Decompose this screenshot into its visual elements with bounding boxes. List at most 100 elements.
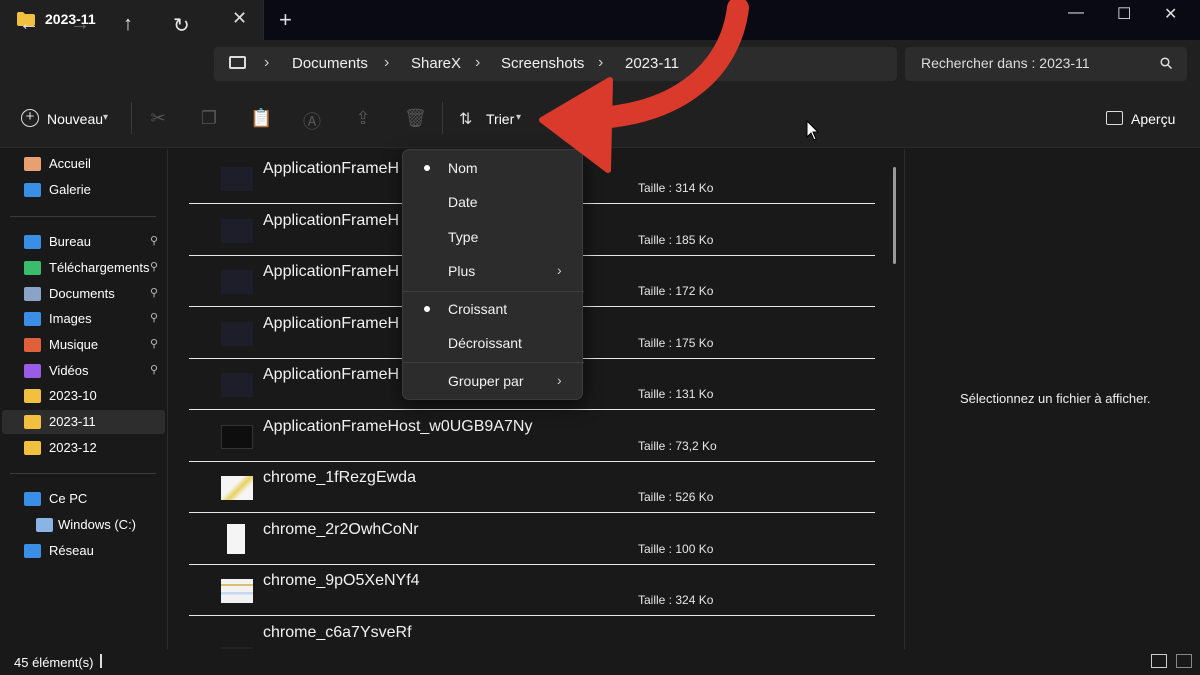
copy-icon[interactable]: ❐ — [199, 108, 219, 129]
gallery-icon — [24, 183, 41, 197]
refresh-button[interactable]: ↻ — [173, 13, 190, 38]
preview-pane-icon[interactable] — [1106, 111, 1123, 125]
pin-icon[interactable]: ⚲ — [150, 260, 158, 273]
videos-icon — [24, 364, 41, 378]
paste-icon[interactable]: 📋 — [250, 108, 272, 129]
preview-button[interactable]: Aperçu — [1131, 111, 1175, 127]
new-button[interactable]: Nouveau — [47, 111, 103, 127]
sidebar-divider — [10, 216, 156, 217]
sort-menu-item-group-by[interactable]: Grouper par › — [403, 367, 584, 397]
sort-menu-item-ascending[interactable]: Croissant — [403, 295, 584, 325]
pin-icon[interactable]: ⚲ — [150, 337, 158, 350]
file-size: Taille : 100 Ko — [638, 541, 714, 556]
chevron-right-icon: › — [557, 372, 562, 388]
sidebar-item-images[interactable]: Images ⚲ — [0, 307, 166, 331]
sidebar-item-label: Bureau — [49, 234, 91, 249]
maximize-button[interactable]: ☐ — [1117, 4, 1131, 24]
file-thumbnail — [221, 579, 253, 603]
rename-icon[interactable]: Ⓐ — [302, 108, 322, 134]
details-view-icon[interactable] — [1151, 654, 1167, 668]
chevron-down-icon[interactable]: ▾ — [103, 112, 108, 123]
sidebar-item-label: Accueil — [49, 156, 91, 171]
sort-menu-item-descending[interactable]: Décroissant — [403, 329, 584, 359]
status-bar — [0, 649, 1200, 675]
sort-menu-item-more[interactable]: Plus › — [403, 257, 584, 287]
sidebar-item-accueil[interactable]: Accueil — [0, 152, 166, 176]
images-icon — [24, 312, 41, 326]
new-icon[interactable]: + — [21, 109, 39, 127]
scrollbar-thumb[interactable] — [893, 167, 896, 264]
back-button[interactable]: ← — [19, 13, 39, 36]
sidebar-item-2023-12[interactable]: 2023-12 — [0, 436, 166, 460]
sidebar-item-bureau[interactable]: Bureau ⚲ — [0, 230, 166, 254]
sidebar-item-label: 2023-10 — [49, 388, 97, 403]
close-tab-icon[interactable]: ✕ — [232, 8, 247, 29]
file-name: ApplicationFrameH — [263, 263, 400, 280]
sidebar-item-r-seau[interactable]: Réseau — [0, 539, 166, 563]
sidebar-item-t-l-chargements[interactable]: Téléchargements ⚲ — [0, 256, 166, 280]
sidebar-item-documents[interactable]: Documents ⚲ — [0, 282, 166, 306]
item-count: 45 élément(s) — [14, 655, 94, 670]
file-row[interactable]: chrome_9pO5XeNYf4 Taille : 324 Ko — [189, 565, 875, 616]
sort-menu-item-type[interactable]: Type — [403, 223, 584, 253]
sidebar-item-label: Windows (C:) — [58, 517, 137, 532]
menu-item-label: Grouper par — [448, 373, 524, 389]
new-tab-button[interactable]: + — [279, 7, 292, 33]
sidebar-item-ce-pc[interactable]: Ce PC — [0, 487, 166, 511]
preview-empty-message: Sélectionnez un fichier à afficher. — [960, 391, 1151, 406]
pin-icon[interactable]: ⚲ — [150, 234, 158, 247]
home-icon — [24, 157, 41, 171]
file-thumbnail — [221, 424, 253, 449]
delete-icon[interactable]: 🗑 — [404, 108, 427, 129]
breadcrumb-sharex[interactable]: ShareX — [411, 55, 461, 72]
file-row[interactable]: chrome_2r2OwhCoNr Taille : 100 Ko — [189, 514, 875, 565]
pin-icon[interactable]: ⚲ — [150, 286, 158, 299]
toolbar-divider — [442, 102, 443, 134]
pin-icon[interactable]: ⚲ — [150, 311, 158, 324]
file-row[interactable]: ApplicationFrameHost_w0UGB9A7Ny Taille : … — [189, 411, 875, 462]
file-size: Taille : 73,2 Ko — [638, 438, 717, 453]
up-button[interactable]: ↑ — [123, 13, 133, 36]
close-window-button[interactable]: ✕ — [1164, 4, 1177, 24]
search-input[interactable]: Rechercher dans : 2023-11 — [921, 55, 1090, 71]
forward-button[interactable]: → — [70, 13, 90, 36]
file-name: ApplicationFrameH — [263, 366, 400, 383]
sidebar-item-galerie[interactable]: Galerie — [0, 178, 166, 202]
folder-icon — [24, 441, 41, 455]
file-size: Taille : 526 Ko — [638, 490, 714, 504]
file-size: Taille : 131 Ko — [638, 387, 714, 401]
sidebar-item-2023-11[interactable]: 2023-11 — [2, 410, 165, 434]
sort-button[interactable]: Trier — [486, 111, 514, 127]
sidebar-item-label: Réseau — [49, 543, 94, 558]
toolbar-divider — [131, 102, 132, 134]
tiles-view-icon[interactable] — [1176, 654, 1192, 668]
file-name: ApplicationFrameHost_w0UGB9A7Ny — [263, 417, 533, 435]
file-thumbnail — [221, 373, 253, 397]
file-name: ApplicationFrameH — [263, 314, 400, 332]
file-row[interactable]: chrome_1fRezgEwda Taille : 526 Ko — [189, 462, 875, 513]
sidebar-item-windows-c-[interactable]: Windows (C:) — [0, 513, 166, 537]
sidebar-item-2023-10[interactable]: 2023-10 — [0, 384, 166, 408]
file-name: ApplicationFrameH — [263, 211, 400, 229]
file-size: Taille : 172 Ko — [638, 284, 714, 298]
cut-icon[interactable]: ✂ — [148, 108, 168, 129]
minimize-button[interactable]: — — [1068, 4, 1084, 22]
sidebar-item-label: 2023-11 — [49, 414, 96, 429]
sidebar-divider — [10, 473, 156, 474]
file-name: chrome_9pO5XeNYf4 — [263, 572, 420, 589]
pc-icon — [229, 56, 246, 69]
sort-menu-item-date[interactable]: Date — [403, 188, 584, 218]
pc-icon — [24, 492, 41, 506]
sidebar-item-musique[interactable]: Musique ⚲ — [0, 333, 166, 357]
sidebar-item-vid-os[interactable]: Vidéos ⚲ — [0, 359, 166, 383]
file-size: Taille : 185 Ko — [638, 232, 714, 247]
share-icon[interactable]: ⇪ — [353, 108, 373, 129]
mouse-cursor-icon — [806, 120, 820, 141]
menu-item-label: Décroissant — [448, 335, 522, 351]
breadcrumb-documents[interactable]: Documents — [292, 55, 368, 72]
sort-icon[interactable]: ⇅ — [459, 109, 472, 129]
pin-icon[interactable]: ⚲ — [150, 363, 158, 376]
documents-icon — [24, 287, 41, 301]
chevron-right-icon: › — [557, 262, 562, 278]
search-icon[interactable] — [1160, 57, 1172, 69]
